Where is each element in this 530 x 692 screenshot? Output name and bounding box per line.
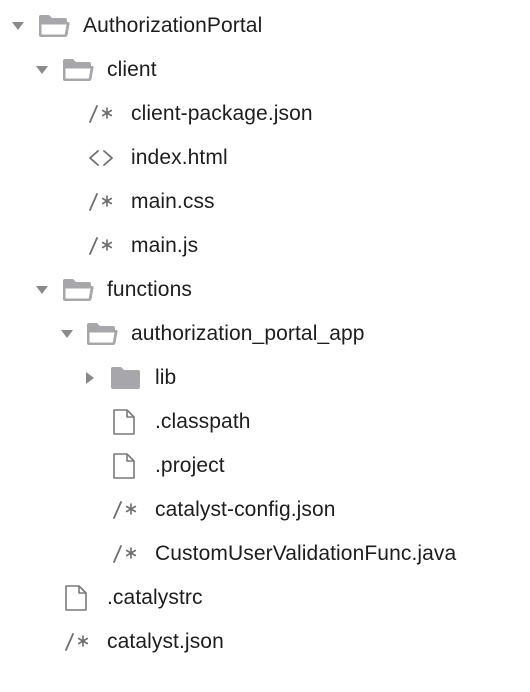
tree-item-main-js[interactable]: main.js (0, 224, 530, 268)
folder-closed-icon (109, 356, 143, 400)
comment-glyph-icon (64, 620, 92, 664)
file-icon (111, 400, 137, 444)
tree-item-label: .project (155, 454, 225, 477)
comment-glyph-icon (112, 488, 140, 532)
tree-item-main-css[interactable]: main.css (0, 180, 530, 224)
tree-item-authorization-portal-app[interactable]: authorization_portal_app (0, 312, 530, 356)
tree-item-label: catalyst.json (107, 630, 224, 653)
tree-item-label: .catalystrc (107, 586, 203, 609)
chevron-down-icon[interactable] (59, 312, 75, 356)
tree-item-label: lib (155, 366, 177, 389)
chevron-right-icon[interactable] (84, 356, 96, 400)
comment-glyph-icon (112, 532, 140, 576)
file-icon (111, 444, 137, 488)
tree-item-lib[interactable]: lib (0, 356, 530, 400)
folder-open-icon (61, 48, 95, 92)
tree-item-label: main.css (131, 190, 215, 213)
tree-item-label: functions (107, 278, 192, 301)
tree-item-label: authorization_portal_app (131, 322, 365, 345)
tree-item-label: catalyst-config.json (155, 498, 336, 521)
tree-item-label: client-package.json (131, 102, 313, 125)
tree-item-customuservalidationfunc-java[interactable]: CustomUserValidationFunc.java (0, 532, 530, 576)
tree-item-index-html[interactable]: index.html (0, 136, 530, 180)
tree-item-catalystrc[interactable]: .catalystrc (0, 576, 530, 620)
tree-item-client-package-json[interactable]: client-package.json (0, 92, 530, 136)
tree-item-label: .classpath (155, 410, 251, 433)
folder-open-icon (85, 312, 119, 356)
code-brackets-icon (88, 136, 116, 180)
folder-open-icon (37, 4, 71, 48)
file-icon (63, 576, 89, 620)
tree-item-label: client (107, 58, 157, 81)
comment-glyph-icon (88, 92, 116, 136)
tree-item-client[interactable]: client (0, 48, 530, 92)
tree-item-label: main.js (131, 234, 199, 257)
tree-item-label: CustomUserValidationFunc.java (155, 542, 457, 565)
tree-item-catalyst-json[interactable]: catalyst.json (0, 620, 530, 664)
comment-glyph-icon (88, 180, 116, 224)
chevron-down-icon[interactable] (34, 268, 50, 312)
file-tree: AuthorizationPortal client client-packag… (0, 0, 530, 692)
tree-item-authorizationportal[interactable]: AuthorizationPortal (0, 4, 530, 48)
folder-open-icon (61, 268, 95, 312)
tree-item-catalyst-config-json[interactable]: catalyst-config.json (0, 488, 530, 532)
tree-item-label: index.html (131, 146, 228, 169)
tree-item-project[interactable]: .project (0, 444, 530, 488)
chevron-down-icon[interactable] (10, 4, 26, 48)
tree-item-classpath[interactable]: .classpath (0, 400, 530, 444)
comment-glyph-icon (88, 224, 116, 268)
tree-item-functions[interactable]: functions (0, 268, 530, 312)
chevron-down-icon[interactable] (34, 48, 50, 92)
tree-item-label: AuthorizationPortal (83, 14, 263, 37)
